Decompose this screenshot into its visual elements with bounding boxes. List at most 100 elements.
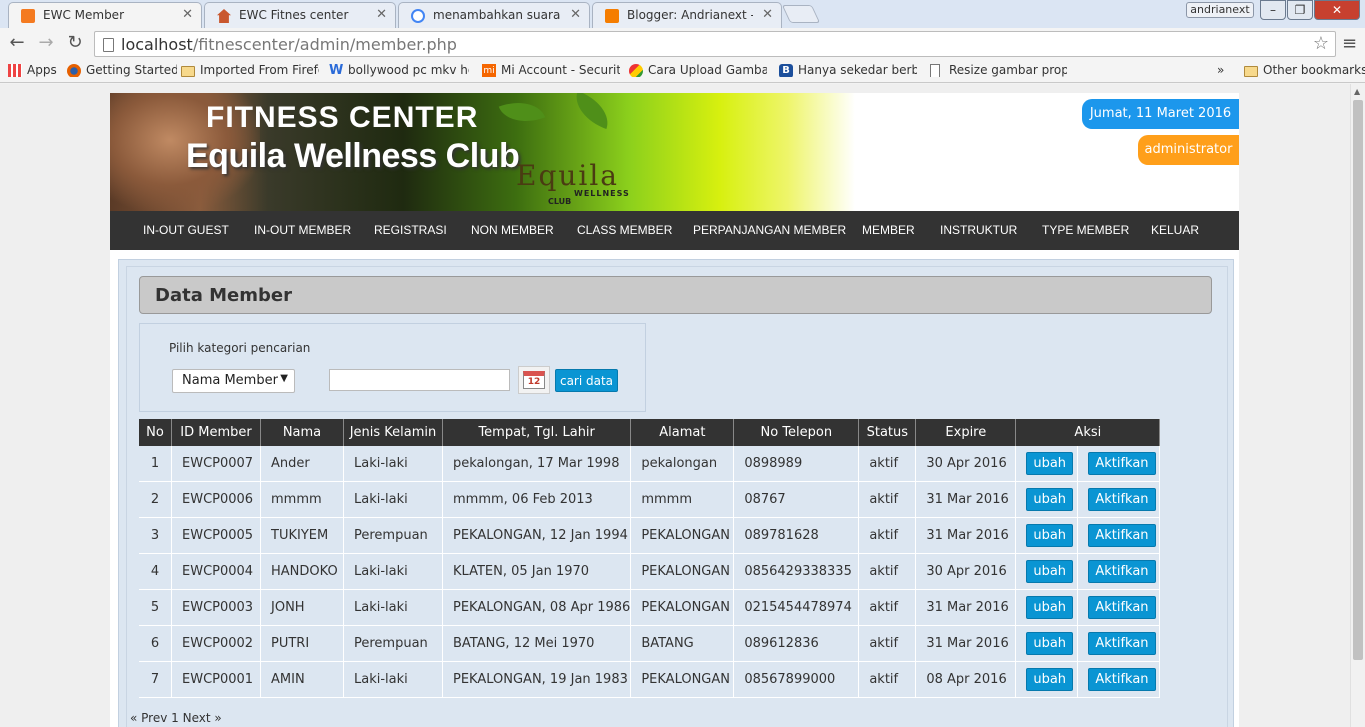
minimize-icon[interactable]: – (1260, 0, 1286, 20)
nav-in-out-member[interactable]: IN-OUT MEMBER (254, 211, 351, 250)
table-row: 1 EWCP0007 Ander Laki-laki pekalongan, 17 Ma… (139, 446, 1161, 482)
apps-grid-icon (8, 64, 22, 77)
user-badge[interactable]: administrator (1138, 135, 1239, 165)
activate-button[interactable]: Aktifkan (1088, 488, 1156, 511)
cell-no: 6 (139, 626, 172, 662)
activate-button[interactable]: Aktifkan (1088, 560, 1156, 583)
new-tab-button[interactable] (781, 5, 821, 23)
cell-activate: Aktifkan (1078, 482, 1161, 518)
site-banner: FITNESS CENTER Equila Wellness Club Equi… (110, 93, 1239, 211)
close-tab-icon[interactable]: ✕ (762, 7, 773, 22)
logo-subtext-club: CLUB (548, 197, 572, 206)
activate-button[interactable]: Aktifkan (1088, 596, 1156, 619)
browser-toolbar: ← → ↻ localhost/fitnescenter/admin/membe… (0, 28, 1365, 59)
edit-button[interactable]: ubah (1026, 488, 1074, 511)
url-path: /fitnescenter/admin/member.php (192, 35, 457, 54)
cell-alamat: PEKALONGAN (631, 662, 735, 698)
cell-id-member: EWCP0001 (172, 662, 261, 698)
nav-member[interactable]: MEMBER (862, 211, 915, 250)
calendar-button[interactable]: 12 (518, 366, 550, 394)
browser-tab-google[interactable]: menambahkan suara pada ✕ (398, 2, 590, 28)
bookmark-mi-account[interactable]: mi Mi Account - Security (482, 63, 620, 77)
activate-button[interactable]: Aktifkan (1088, 524, 1156, 547)
profile-button[interactable]: andrianext (1186, 2, 1254, 18)
bookmark-hanya-sekedar[interactable]: B Hanya sekedar berbagi (779, 63, 917, 77)
cell-edit: ubah (1016, 626, 1079, 662)
browser-tabstrip: EWC Member ✕ EWC Fitnes center ✕ menamba… (0, 0, 1365, 29)
bookmarks-bar: Apps Getting Started Imported From Firef… (0, 59, 1365, 83)
scroll-thumb[interactable] (1353, 100, 1363, 660)
browser-tab-ewc-member[interactable]: EWC Member ✕ (8, 2, 202, 29)
bookmark-label: bollywood pc mkv hd (348, 63, 469, 77)
url-host: localhost (121, 35, 193, 54)
nav-type-member[interactable]: TYPE MEMBER (1042, 211, 1129, 250)
reload-icon[interactable]: ↻ (64, 32, 86, 54)
table-body: 1 EWCP0007 Ander Laki-laki pekalongan, 17 Ma… (139, 446, 1161, 698)
cell-edit: ubah (1016, 482, 1079, 518)
nav-non-member[interactable]: NON MEMBER (471, 211, 554, 250)
edit-button[interactable]: ubah (1026, 596, 1074, 619)
browser-tab-blogger[interactable]: Blogger: Andrianext - Cre ✕ (592, 2, 782, 28)
edit-button[interactable]: ubah (1026, 668, 1074, 691)
bookmark-label: Hanya sekedar berbagi (798, 63, 917, 77)
nav-instruktur[interactable]: INSTRUKTUR (940, 211, 1017, 250)
col-id-member: ID Member (172, 419, 261, 446)
page-icon (930, 64, 940, 77)
pager-next-link[interactable]: Next » (183, 711, 222, 725)
nav-class-member[interactable]: CLASS MEMBER (577, 211, 672, 250)
content-inner: Data Member Pilih kategori pencarian Nam… (126, 266, 1228, 727)
cell-no: 1 (139, 446, 172, 482)
menu-icon[interactable]: ≡ (1342, 33, 1357, 54)
edit-button[interactable]: ubah (1026, 524, 1074, 547)
back-icon[interactable]: ← (6, 32, 28, 54)
browser-tab-ewc-fitnes[interactable]: EWC Fitnes center ✕ (204, 2, 396, 28)
other-bookmarks[interactable]: Other bookmarks (1244, 63, 1365, 77)
nav-perpanjangan-member[interactable]: PERPANJANGAN MEMBER (693, 211, 846, 250)
bookmark-getting-started[interactable]: Getting Started (67, 63, 177, 77)
nav-in-out-guest[interactable]: IN-OUT GUEST (143, 211, 229, 250)
activate-button[interactable]: Aktifkan (1088, 632, 1156, 655)
cell-jenis-kelamin: Perempuan (344, 518, 443, 554)
activate-button[interactable]: Aktifkan (1088, 668, 1156, 691)
close-tab-icon[interactable]: ✕ (570, 7, 581, 22)
bookmark-bollywood[interactable]: W bollywood pc mkv hd (329, 63, 469, 77)
cell-nama: mmmm (261, 482, 344, 518)
close-tab-icon[interactable]: ✕ (182, 7, 193, 22)
bookmark-star-icon[interactable]: ☆ (1313, 33, 1329, 54)
bookmark-apps[interactable]: Apps (8, 63, 68, 77)
cell-status: aktif (859, 518, 917, 554)
pager-page-link[interactable]: 1 (171, 711, 179, 725)
nav-registrasi[interactable]: REGISTRASI (374, 211, 447, 250)
activate-button[interactable]: Aktifkan (1088, 452, 1156, 475)
bookmark-cara-upload[interactable]: Cara Upload Gambar (629, 63, 767, 77)
bookmarks-overflow-chevron-icon[interactable]: » (1217, 63, 1224, 77)
cell-status: aktif (859, 590, 917, 626)
cell-expire: 31 Mar 2016 (916, 482, 1017, 518)
bookmark-imported-firefox[interactable]: Imported From Firefox (181, 63, 319, 77)
search-category-select[interactable]: Nama Member ▼ (172, 369, 295, 393)
col-status: Status (859, 419, 917, 446)
close-window-icon[interactable]: ✕ (1314, 0, 1360, 20)
search-button[interactable]: cari data (555, 369, 618, 392)
cell-nama: AMIN (261, 662, 344, 698)
bookmark-resize-gambar[interactable]: Resize gambar propor (930, 63, 1067, 77)
logo-leaf-left (498, 93, 546, 132)
address-bar[interactable]: localhost/fitnescenter/admin/member.php … (94, 31, 1336, 57)
edit-button[interactable]: ubah (1026, 560, 1074, 583)
search-input[interactable] (329, 369, 510, 391)
page-scrollbar[interactable]: ▲ (1350, 84, 1365, 727)
maximize-icon[interactable]: ❐ (1287, 0, 1313, 20)
edit-button[interactable]: ubah (1026, 452, 1074, 475)
close-tab-icon[interactable]: ✕ (376, 7, 387, 22)
cell-alamat: BATANG (631, 626, 735, 662)
col-ttl: Tempat, Tgl. Lahir (443, 419, 632, 446)
edit-button[interactable]: ubah (1026, 632, 1074, 655)
pager-prev-link[interactable]: « Prev (130, 711, 167, 725)
col-aksi: Aksi (1016, 419, 1161, 446)
forward-icon[interactable]: → (35, 32, 57, 54)
nav-keluar[interactable]: KELUAR (1151, 211, 1199, 250)
search-label: Pilih kategori pencarian (169, 341, 311, 355)
scroll-up-icon[interactable]: ▲ (1354, 87, 1360, 96)
cell-no: 4 (139, 554, 172, 590)
cell-status: aktif (859, 482, 917, 518)
